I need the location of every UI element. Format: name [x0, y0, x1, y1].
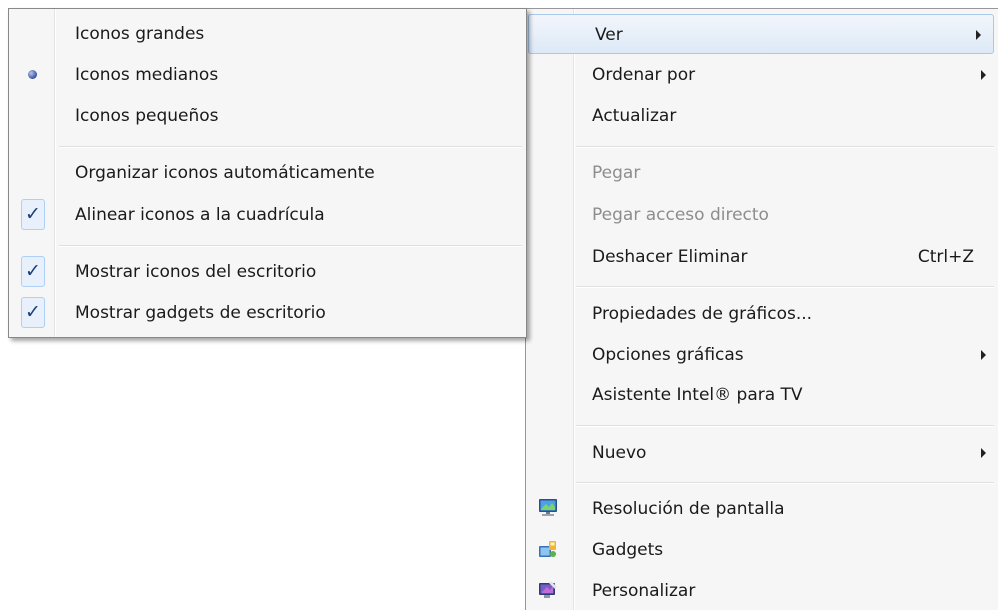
menu-item-label: Nuevo [592, 443, 647, 463]
menu-item-nuevo[interactable]: Nuevo [526, 433, 998, 473]
menu-item-label: Ver [595, 25, 623, 45]
menu-item-label: Ordenar por [592, 65, 696, 85]
monitor-display-icon [539, 499, 557, 516]
menu-separator [576, 425, 994, 427]
submenu-arrow-icon [976, 30, 981, 40]
submenu-item-mostrar-iconos-escritorio[interactable]: ✓ Mostrar iconos del escritorio [9, 252, 526, 292]
menu-item-label: Propiedades de gráficos... [592, 304, 813, 324]
menu-item-label: Personalizar [592, 581, 696, 601]
menu-item-gadgets[interactable]: Gadgets [526, 530, 998, 570]
menu-item-opciones-graficas[interactable]: Opciones gráficas [526, 335, 998, 375]
checkmark-icon: ✓ [21, 199, 45, 230]
menu-separator [576, 482, 994, 484]
submenu-item-iconos-pequenos[interactable]: Iconos pequeños [9, 96, 526, 136]
menu-item-label: Actualizar [592, 106, 677, 126]
menu-item-pegar: Pegar [526, 153, 998, 193]
menu-item-label: Asistente Intel® para TV [592, 385, 803, 405]
submenu-arrow-icon [981, 70, 986, 80]
submenu-item-iconos-medianos[interactable]: Iconos medianos [9, 55, 526, 95]
gadgets-icon [539, 541, 556, 557]
menu-item-ver[interactable]: Ver [528, 14, 994, 54]
menu-item-label: Deshacer Eliminar [592, 247, 748, 267]
menu-item-asistente-intel-tv[interactable]: Asistente Intel® para TV [526, 375, 998, 415]
menu-item-label: Gadgets [592, 540, 664, 560]
menu-separator [576, 286, 994, 288]
menu-item-deshacer-eliminar[interactable]: Deshacer Eliminar Ctrl+Z [526, 237, 998, 277]
submenu-item-alinear-cuadricula[interactable]: ✓ Alinear iconos a la cuadrícula [9, 195, 526, 235]
menu-item-personalizar[interactable]: Personalizar [526, 571, 998, 611]
menu-separator [59, 146, 522, 148]
menu-item-propiedades-graficos[interactable]: Propiedades de gráficos... [526, 294, 998, 334]
menu-item-ordenar-por[interactable]: Ordenar por [526, 55, 998, 95]
menu-item-label: Pegar acceso directo [592, 205, 769, 225]
menu-item-label: Organizar iconos automáticamente [75, 163, 375, 183]
menu-item-label: Mostrar iconos del escritorio [75, 262, 317, 282]
menu-item-label: Pegar [592, 163, 641, 183]
menu-separator [576, 146, 994, 148]
checkmark-icon: ✓ [21, 256, 45, 287]
radio-selected-icon [28, 70, 37, 79]
menu-item-resolucion-pantalla[interactable]: Resolución de pantalla [526, 489, 998, 529]
menu-item-shortcut: Ctrl+Z [917, 247, 974, 267]
submenu-arrow-icon [981, 448, 986, 458]
menu-item-label: Resolución de pantalla [592, 499, 785, 519]
checkmark-icon: ✓ [21, 297, 45, 328]
menu-item-actualizar[interactable]: Actualizar [526, 96, 998, 136]
menu-separator [59, 245, 522, 247]
submenu-item-organizar-automaticamente[interactable]: Organizar iconos automáticamente [9, 153, 526, 193]
menu-item-label: Mostrar gadgets de escritorio [75, 303, 326, 323]
personalize-icon [539, 581, 557, 598]
submenu-item-iconos-grandes[interactable]: Iconos grandes [9, 14, 526, 54]
menu-item-label: Iconos grandes [75, 24, 205, 44]
menu-item-label: Opciones gráficas [592, 345, 744, 365]
menu-item-label: Alinear iconos a la cuadrícula [75, 205, 325, 225]
submenu-arrow-icon [981, 350, 986, 360]
submenu-item-mostrar-gadgets-escritorio[interactable]: ✓ Mostrar gadgets de escritorio [9, 293, 526, 333]
menu-item-pegar-acceso-directo: Pegar acceso directo [526, 195, 998, 235]
view-submenu: Iconos grandes Iconos medianos Iconos pe… [8, 8, 527, 338]
menu-item-label: Iconos pequeños [75, 106, 219, 126]
desktop-context-menu: Ver Ordenar por Actualizar Pegar Pegar a… [525, 8, 998, 610]
menu-item-label: Iconos medianos [75, 65, 219, 85]
